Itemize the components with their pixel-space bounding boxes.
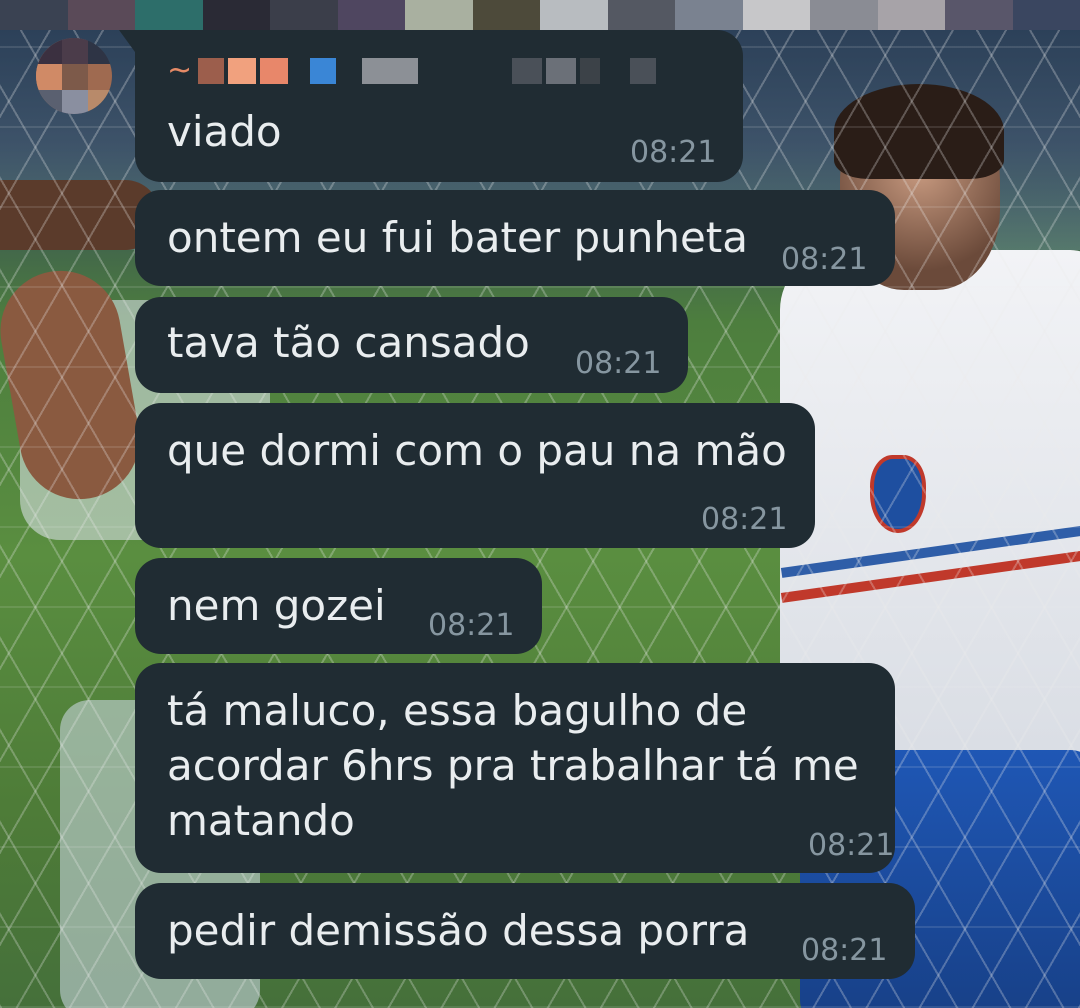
censored-name-gap	[292, 58, 306, 84]
message-text: nem gozei	[167, 581, 386, 630]
message-timestamp: 08:21	[808, 828, 895, 863]
message-bubble[interactable]: pedir demissão dessa porra 08:21	[135, 883, 915, 979]
censored-phone-block	[546, 58, 577, 84]
censored-name-gap	[422, 58, 508, 84]
message-bubble[interactable]: tava tão cansado 08:21	[135, 297, 688, 393]
message-text: viado	[167, 107, 282, 156]
message-bubble[interactable]: ontem eu fui bater punheta 08:21	[135, 190, 895, 286]
message-text: que dormi com o pau na mão	[167, 426, 787, 475]
contact-avatar[interactable]	[36, 38, 112, 114]
message-timestamp: 08:21	[781, 242, 868, 277]
sender-prefix: ~	[167, 53, 193, 88]
censored-name-block	[198, 58, 225, 84]
censored-name-block	[228, 58, 257, 84]
censored-phone-block	[630, 58, 657, 84]
sender-name[interactable]: ~	[167, 56, 660, 86]
message-text: ontem eu fui bater punheta	[167, 213, 749, 262]
chat-area[interactable]: ~ viado 08:21 ontem eu fui bater punheta…	[0, 0, 1080, 1008]
message-timestamp: 08:21	[630, 135, 717, 170]
censored-name-block	[260, 58, 289, 84]
censored-phone-block	[512, 58, 543, 84]
censored-phone-block	[362, 58, 419, 84]
message-bubble[interactable]: ~ viado 08:21	[119, 30, 743, 182]
censored-phone-block	[580, 58, 601, 84]
message-bubble[interactable]: que dormi com o pau na mão 08:21	[135, 403, 815, 548]
censored-name-block	[310, 58, 337, 84]
message-timestamp: 08:21	[575, 346, 662, 381]
message-text: pedir demissão dessa porra	[167, 906, 750, 955]
message-bubble[interactable]: nem gozei 08:21	[135, 558, 542, 654]
message-text: tava tão cansado	[167, 318, 530, 367]
censored-name-gap	[340, 58, 358, 84]
message-timestamp: 08:21	[428, 608, 515, 643]
message-timestamp: 08:21	[801, 933, 888, 968]
bubble-tail	[119, 30, 135, 52]
message-bubble[interactable]: tá maluco, essa bagulho de acordar 6hrs …	[135, 663, 895, 873]
message-text: tá maluco, essa bagulho de acordar 6hrs …	[167, 686, 859, 845]
message-timestamp: 08:21	[701, 502, 788, 537]
censored-name-gap	[604, 58, 626, 84]
